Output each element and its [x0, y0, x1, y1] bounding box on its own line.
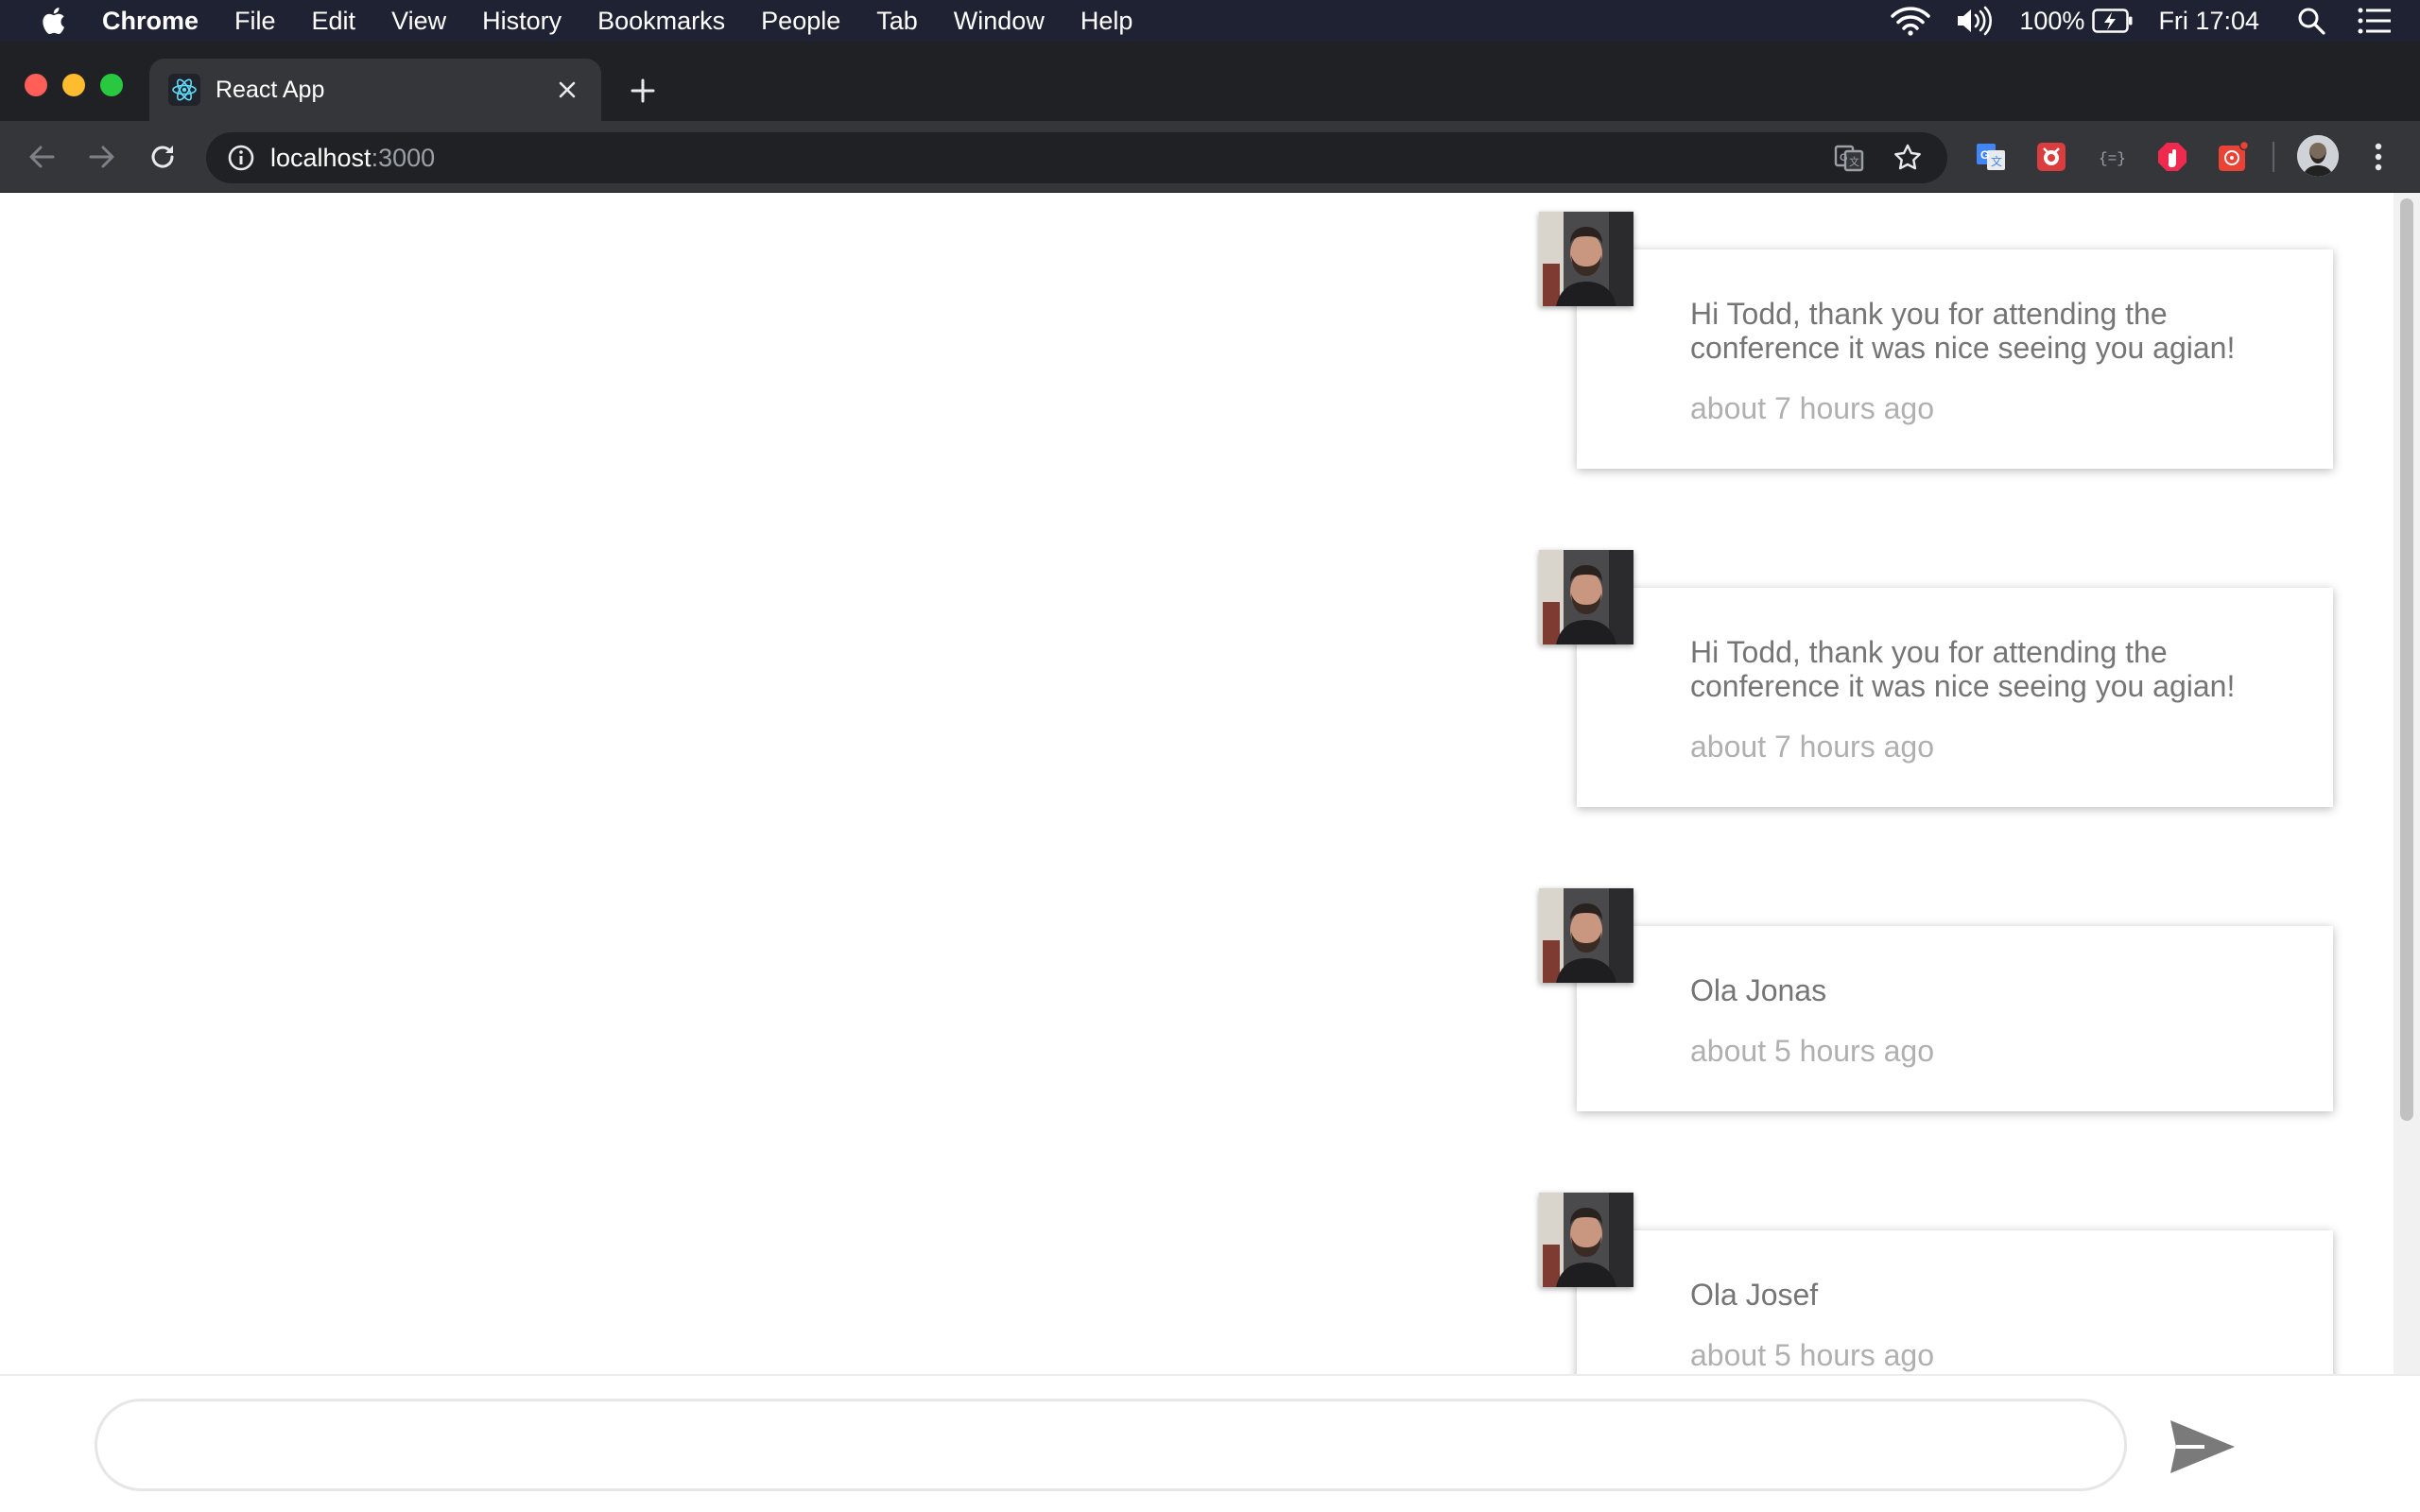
reload-icon[interactable]	[144, 138, 182, 176]
user-avatar	[1539, 1193, 1634, 1287]
url-text[interactable]: localhost:3000	[270, 144, 1830, 173]
back-arrow-icon[interactable]	[23, 138, 60, 176]
menu-people[interactable]: People	[761, 7, 840, 36]
browser-tab-strip: React App	[0, 42, 2420, 121]
message-timestamp: about 7 hours ago	[1690, 730, 1934, 764]
adblock-extension-icon[interactable]	[2153, 138, 2191, 176]
react-devtools-extension-icon[interactable]	[2214, 138, 2252, 176]
menu-chrome[interactable]: Chrome	[102, 7, 199, 36]
message-input[interactable]	[95, 1399, 2127, 1491]
spotlight-search-icon[interactable]	[2297, 7, 2325, 35]
menu-bookmarks[interactable]: Bookmarks	[597, 7, 725, 36]
window-controls	[25, 74, 138, 96]
browser-toolbar: localhost:3000 G文 G文 {=}	[0, 121, 2420, 193]
menu-file[interactable]: File	[234, 7, 276, 36]
active-tab[interactable]: React App	[149, 59, 601, 121]
svg-text:文: 文	[1849, 155, 1859, 168]
bookmark-star-icon[interactable]	[1889, 139, 1927, 177]
new-tab-button[interactable]	[624, 72, 662, 110]
scrollbar-thumb[interactable]	[2400, 198, 2413, 1121]
message-timestamp: about 5 hours ago	[1690, 1338, 1934, 1372]
chrome-menu-icon[interactable]	[2360, 138, 2397, 176]
url-port: :3000	[371, 143, 436, 172]
google-translate-extension-icon[interactable]: G文	[1972, 138, 2010, 176]
address-bar[interactable]: localhost:3000 G文	[206, 132, 1947, 183]
message-card: Ola Jonas about 5 hours ago	[1577, 926, 2333, 1111]
user-avatar	[1539, 888, 1634, 983]
user-avatar	[1539, 212, 1634, 306]
minimize-window-button[interactable]	[62, 74, 85, 96]
menu-tab[interactable]: Tab	[876, 7, 918, 36]
send-button[interactable]	[2165, 1414, 2240, 1480]
send-icon	[2170, 1420, 2235, 1473]
message-text: Ola Josef	[1690, 1278, 1819, 1312]
close-window-button[interactable]	[25, 74, 47, 96]
svg-text:G: G	[1840, 152, 1848, 163]
json-viewer-extension-icon[interactable]: {=}	[2093, 138, 2131, 176]
message-text: Hi Todd, thank you for attending the con…	[1690, 297, 2236, 365]
vertical-scrollbar[interactable]	[2394, 193, 2420, 1374]
close-tab-icon[interactable]	[548, 71, 586, 109]
message-card: Hi Todd, thank you for attending the con…	[1577, 249, 2333, 469]
menu-edit[interactable]: Edit	[312, 7, 356, 36]
forward-arrow-icon[interactable]	[83, 138, 121, 176]
message-item: Ola Jonas about 5 hours ago	[1539, 888, 2333, 1125]
volume-icon[interactable]	[1955, 6, 1995, 36]
message-item: Hi Todd, thank you for attending the con…	[1539, 550, 2333, 833]
menu-window[interactable]: Window	[954, 7, 1045, 36]
message-text: Hi Todd, thank you for attending the con…	[1690, 635, 2236, 703]
battery-percent: 100%	[2019, 6, 2085, 35]
site-info-icon[interactable]	[225, 142, 257, 174]
bug-extension-icon[interactable]	[2032, 138, 2070, 176]
message-timestamp: about 5 hours ago	[1690, 1034, 1934, 1068]
notification-center-icon[interactable]	[2358, 8, 2392, 34]
message-card: Ola Josef about 5 hours ago	[1577, 1230, 2333, 1374]
menu-history[interactable]: History	[482, 7, 562, 36]
message-card: Hi Todd, thank you for attending the con…	[1577, 588, 2333, 807]
svg-text:文: 文	[1991, 154, 2002, 168]
page-viewport: Hi Todd, thank you for attending the con…	[0, 193, 2420, 1512]
message-composer	[0, 1374, 2420, 1512]
menu-view[interactable]: View	[391, 7, 446, 36]
svg-text:G: G	[1980, 148, 1989, 162]
message-timestamp: about 7 hours ago	[1690, 391, 1934, 425]
react-logo-icon	[168, 74, 200, 106]
message-item: Ola Josef about 5 hours ago	[1539, 1193, 2333, 1374]
svg-text:{=}: {=}	[2099, 150, 2126, 167]
message-item: Hi Todd, thank you for attending the con…	[1539, 212, 2333, 495]
profile-avatar[interactable]	[2297, 135, 2339, 177]
translate-icon[interactable]: G文	[1830, 139, 1868, 177]
clock[interactable]: Fri 17:04	[2158, 7, 2259, 36]
menu-help[interactable]: Help	[1080, 7, 1133, 36]
user-avatar	[1539, 550, 1634, 644]
tab-title: React App	[216, 76, 325, 103]
message-list[interactable]: Hi Todd, thank you for attending the con…	[0, 193, 2394, 1374]
url-host: localhost	[270, 143, 372, 172]
maximize-window-button[interactable]	[100, 74, 123, 96]
apple-menu-icon[interactable]	[32, 6, 74, 36]
wifi-icon[interactable]	[1891, 6, 1931, 36]
message-text: Ola Jonas	[1690, 973, 1827, 1007]
macos-menu-bar: Chrome File Edit View History Bookmarks …	[0, 0, 2420, 42]
toolbar-separator	[2273, 142, 2274, 172]
battery-icon[interactable]	[2092, 9, 2134, 33]
